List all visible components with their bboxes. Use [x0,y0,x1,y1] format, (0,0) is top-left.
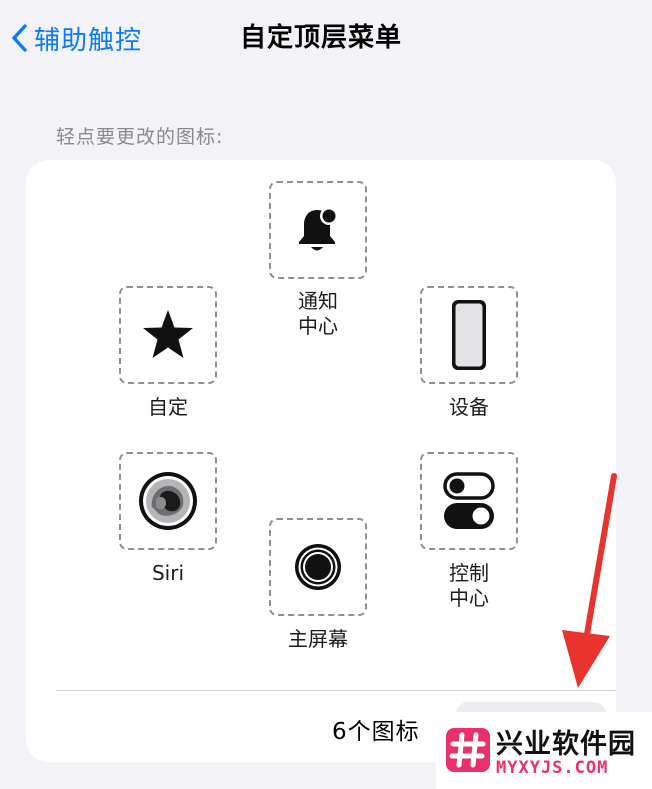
watermark: 兴业软件园 MYXYJS.COM [436,712,652,789]
divider [56,690,616,691]
page-title: 自定顶层菜单 [239,23,402,53]
slot-device[interactable] [420,286,518,384]
star-icon [143,310,193,358]
label-siri: Siri [151,561,185,585]
siri-icon [139,472,197,530]
red-arrow-annotation [562,473,617,688]
home-button-icon [295,544,341,590]
bell-badge-icon [299,207,338,251]
label-control-center: 控制 中心 [449,561,489,610]
icon-count-label: 6个图标 [332,719,420,745]
watermark-name: 兴业软件园 [496,729,636,760]
hash-logo-icon [446,728,490,772]
slot-control-center[interactable] [420,452,518,550]
menu-editor-card: 通知 中心 自定 设备 Siri 控制 中心 主屏幕 6个图标 [26,160,616,762]
slot-siri[interactable] [119,452,217,550]
label-notification-center: 通知 中心 [298,289,338,338]
slot-notification-center[interactable] [269,181,367,279]
navigation-bar: 辅助触控 自定顶层菜单 [0,0,652,80]
label-device: 设备 [449,395,489,419]
watermark-url: MYXYJS.COM [496,758,609,778]
label-home: 主屏幕 [288,627,348,651]
slot-custom[interactable] [119,286,217,384]
section-hint: 轻点要更改的图标: [56,126,224,148]
label-custom: 自定 [148,395,188,419]
slot-home[interactable] [269,518,367,616]
iphone-icon [452,300,486,370]
toggles-icon [443,472,495,529]
